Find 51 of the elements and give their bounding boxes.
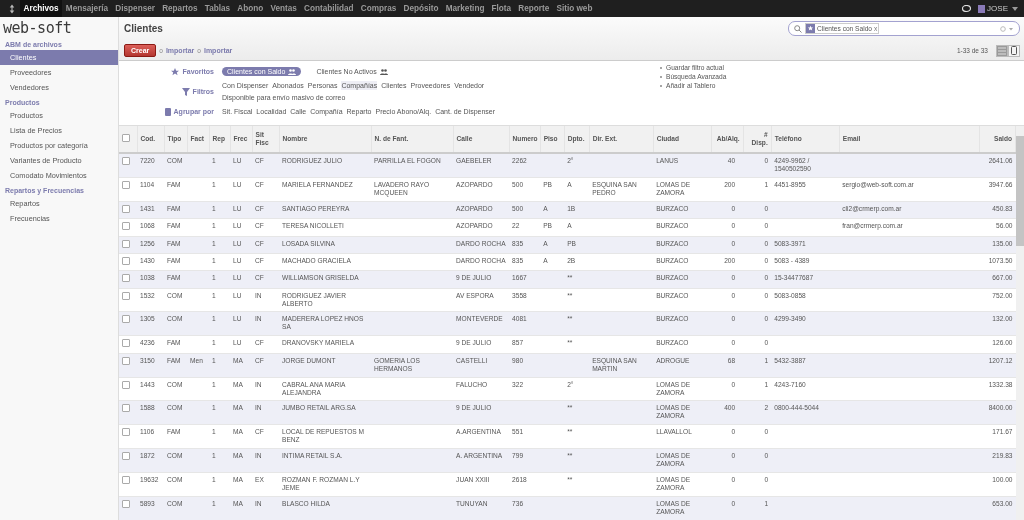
arrows-icon — [9, 3, 15, 14]
menu-item[interactable]: Reporte — [514, 0, 553, 17]
row-checkbox[interactable] — [122, 356, 130, 365]
row-checkbox[interactable] — [122, 452, 130, 461]
menu-item[interactable]: Flota — [488, 0, 515, 17]
users-icon — [288, 68, 297, 75]
menu-item[interactable]: Depósito — [399, 0, 443, 17]
funnel-icon — [181, 87, 190, 96]
row-checkbox[interactable] — [122, 274, 130, 283]
list-icon — [998, 46, 1006, 55]
star-icon — [806, 24, 815, 33]
stack-icon — [164, 107, 171, 116]
menu-item[interactable]: Dispenser — [111, 0, 159, 17]
menu-item[interactable]: Mensajería — [62, 0, 112, 17]
row-checkbox[interactable] — [122, 428, 130, 437]
menu-item[interactable]: Compras — [357, 0, 400, 17]
menu-item[interactable]: Abono — [233, 0, 267, 17]
row-checkbox[interactable] — [122, 476, 130, 485]
search-icon — [794, 24, 802, 33]
chat-icon[interactable] — [962, 4, 972, 13]
row-checkbox[interactable] — [122, 291, 130, 300]
row-checkbox[interactable] — [122, 380, 130, 389]
menu-item[interactable]: Archivos — [20, 0, 63, 17]
users-icon — [379, 68, 388, 75]
page-title: Clientes — [124, 23, 163, 34]
menu-item[interactable]: Contabilidad — [300, 0, 358, 17]
menu-item[interactable]: Sitio web — [552, 0, 596, 17]
row-checkbox[interactable] — [122, 404, 130, 413]
kanban-view-button[interactable] — [1008, 44, 1020, 57]
select-all-checkbox[interactable] — [122, 134, 130, 142]
row-checkbox[interactable] — [122, 339, 130, 348]
menu-item[interactable]: Repartos — [158, 0, 202, 17]
row-checkbox[interactable] — [122, 204, 130, 213]
row-checkbox[interactable] — [122, 239, 130, 248]
menu-item[interactable]: Tablas — [201, 0, 234, 17]
avatar-icon — [978, 4, 986, 13]
star-icon — [171, 67, 180, 76]
row-checkbox[interactable] — [122, 180, 130, 189]
row-checkbox[interactable] — [122, 499, 130, 508]
user-menu[interactable]: JOSE — [987, 4, 1008, 13]
dropdown-icon[interactable] — [1000, 25, 1014, 32]
row-checkbox[interactable] — [122, 157, 130, 165]
caret-icon[interactable] — [1012, 6, 1018, 11]
row-checkbox[interactable] — [122, 222, 130, 231]
row-checkbox[interactable] — [122, 315, 130, 324]
menu-item[interactable]: Ventas — [266, 0, 301, 17]
logo: web-soft — [2, 18, 73, 37]
menu-item[interactable]: Marketing — [442, 0, 488, 17]
scrollbar[interactable] — [1016, 126, 1024, 520]
row-checkbox[interactable] — [122, 256, 130, 265]
card-icon — [1011, 46, 1017, 55]
